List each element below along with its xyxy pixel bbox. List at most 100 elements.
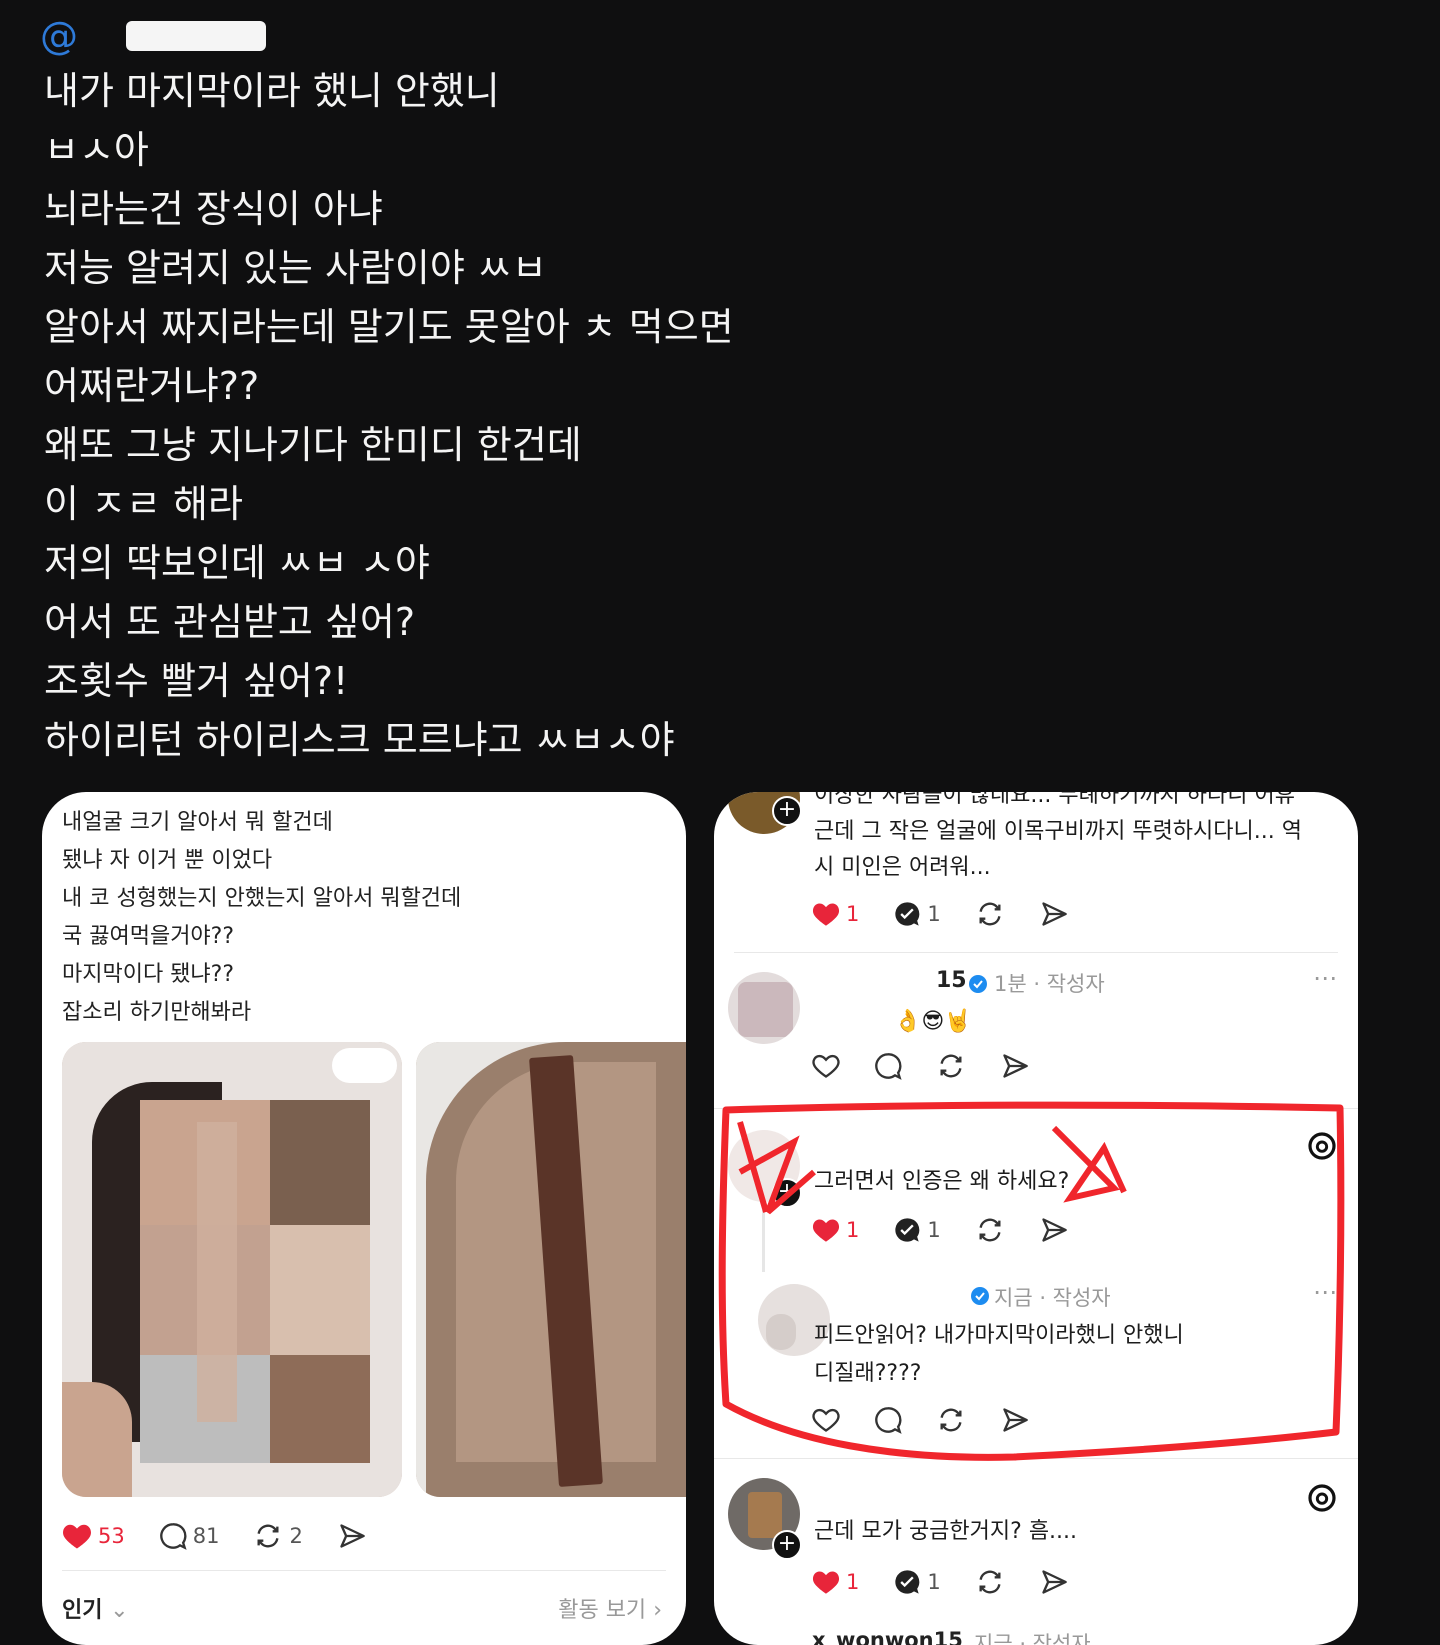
repost-count: 2 bbox=[289, 1524, 303, 1548]
send-icon bbox=[1042, 1570, 1067, 1594]
send-icon bbox=[1003, 1054, 1028, 1078]
comment-text: 그러면서 인증은 왜 하세요? bbox=[814, 1169, 1070, 1194]
reply-button[interactable] bbox=[874, 1052, 902, 1080]
handle-at-sign: @ bbox=[40, 14, 78, 58]
like-button[interactable]: 53 bbox=[62, 1522, 125, 1550]
comment-text-line: 피드안읽어? 내가마지막이라했니 안했니 bbox=[814, 1323, 1184, 1348]
comment-text-line: 시 미인은 어려워... bbox=[814, 855, 991, 880]
like-count: 1 bbox=[846, 1218, 860, 1242]
repost-button[interactable] bbox=[936, 1406, 966, 1434]
repost-button[interactable]: 2 bbox=[253, 1522, 303, 1550]
post-line: 어서 또 관심받고 싶어? bbox=[44, 600, 416, 644]
arm-with-ruler-photo[interactable] bbox=[416, 1042, 686, 1497]
threads-logo-icon bbox=[1308, 1132, 1336, 1160]
like-button[interactable]: 1 bbox=[812, 1217, 859, 1243]
post-body: 내가 마지막이라 했니 안했니 ㅂㅅ아 뇌라는건 장식이 아냐 저능 알려지 있… bbox=[44, 62, 1044, 770]
follow-plus-icon[interactable]: + bbox=[772, 1530, 802, 1560]
post-line: ㅂㅅ아 bbox=[44, 128, 149, 172]
screenshot-text-line: 잡소리 하기만해봐라 bbox=[62, 1000, 252, 1025]
follow-plus-icon[interactable]: + bbox=[772, 1178, 802, 1208]
like-count: 1 bbox=[846, 902, 860, 926]
like-button[interactable] bbox=[812, 1053, 840, 1079]
share-button[interactable] bbox=[1039, 1568, 1069, 1596]
heart-filled-icon bbox=[812, 903, 840, 926]
post-line: 어쩌란거냐?? bbox=[44, 364, 260, 408]
share-button[interactable] bbox=[1000, 1052, 1030, 1080]
post-line: 저의 딱보인데 ㅆㅂ ㅅ야 bbox=[44, 541, 430, 585]
comment-emoji: 👌😎🤘 bbox=[894, 1009, 972, 1034]
sort-dropdown[interactable]: 인기 ⌄ bbox=[62, 1592, 129, 1624]
repost-button[interactable] bbox=[936, 1052, 966, 1080]
post-line: 하이리턴 하이리스크 모르냐고 ㅆㅂㅅ야 bbox=[44, 718, 675, 762]
reply-button[interactable]: 1 bbox=[893, 1216, 941, 1244]
share-button[interactable] bbox=[1039, 1216, 1069, 1244]
comment-text-line: 근데 그 작은 얼굴에 이목구비까지 뚜렷하시다니... 역 bbox=[814, 819, 1302, 844]
view-activity-link[interactable]: 활동 보기 › bbox=[558, 1592, 662, 1624]
screenshot-text-line: 내얼굴 크기 알아서 뭐 할건데 bbox=[62, 810, 333, 835]
reply-check-bubble-icon bbox=[895, 1218, 920, 1242]
like-button[interactable] bbox=[812, 1407, 840, 1433]
reply-button[interactable]: 1 bbox=[893, 1568, 941, 1596]
post-author-handle[interactable]: @ bbox=[40, 14, 266, 58]
comment-action-bar: 1 1 bbox=[812, 1568, 1103, 1596]
sort-label: 인기 bbox=[62, 1598, 103, 1623]
repost-icon bbox=[940, 1054, 962, 1078]
post-line: 이 ㅈㄹ 해라 bbox=[44, 482, 243, 526]
share-button[interactable] bbox=[1000, 1406, 1030, 1434]
repost-button[interactable] bbox=[975, 1216, 1005, 1244]
send-icon bbox=[340, 1524, 365, 1548]
like-count: 1 bbox=[846, 1570, 860, 1594]
next-comment-timestamp: 지금 · 작성자 bbox=[974, 1632, 1091, 1645]
like-button[interactable]: 1 bbox=[812, 901, 859, 927]
comment-timestamp: 지금 · 작성자 bbox=[994, 1286, 1111, 1310]
share-button[interactable] bbox=[337, 1522, 367, 1550]
redacted-username bbox=[126, 21, 266, 51]
heart-filled-icon bbox=[63, 1524, 91, 1549]
post-line: 내가 마지막이라 했니 안했니 bbox=[44, 69, 500, 113]
reply-button[interactable]: 1 bbox=[893, 900, 941, 928]
screenshot-post-text: 내얼굴 크기 알아서 뭐 할건데 됐냐 자 이거 뿐 이었다 내 코 성형했는지… bbox=[62, 804, 461, 1032]
heart-outline-icon bbox=[812, 1054, 840, 1078]
comment-timestamp: 1분 · 작성자 bbox=[994, 972, 1105, 996]
reply-check-bubble-icon bbox=[895, 902, 920, 926]
more-options-icon[interactable]: ⋯ bbox=[1313, 964, 1338, 992]
divider bbox=[714, 1108, 1358, 1109]
like-button[interactable]: 1 bbox=[812, 1569, 859, 1595]
comment-bubble-icon bbox=[159, 1523, 187, 1550]
post-line: 알아서 짜지라는데 말기도 못알아 ㅊ 먹으면 bbox=[44, 305, 734, 349]
follow-plus-icon[interactable]: + bbox=[772, 796, 802, 826]
attached-screenshot-right[interactable]: + 이상한 사람들이 많네요... 무례하기까지 하다니 어휴 근데 그 작은 … bbox=[714, 792, 1358, 1645]
screenshot-text-line: 마지막이다 됐냐?? bbox=[62, 962, 235, 987]
reply-count: 1 bbox=[927, 902, 941, 926]
more-options-icon[interactable]: ⋯ bbox=[1313, 1278, 1338, 1306]
like-count: 53 bbox=[98, 1524, 125, 1548]
repost-icon bbox=[257, 1524, 279, 1548]
screenshot-text-line: 됐냐 자 이거 뿐 이었다 bbox=[62, 848, 273, 873]
repost-button[interactable] bbox=[975, 900, 1005, 928]
screenshot-text-line: 내 코 성형했는지 안했는지 알아서 뭐할건데 bbox=[62, 886, 462, 911]
comment-button[interactable]: 81 bbox=[159, 1522, 219, 1550]
comment-action-bar: 1 1 bbox=[812, 1216, 1103, 1244]
post-line: 저능 알려지 있는 사람이야 ㅆㅂ bbox=[44, 246, 547, 290]
thread-connector-line bbox=[762, 1210, 765, 1272]
reply-button[interactable] bbox=[874, 1406, 902, 1434]
send-icon bbox=[1042, 1218, 1067, 1242]
commenter-name[interactable]: 15 bbox=[936, 968, 967, 993]
divider bbox=[714, 1458, 1358, 1459]
comment-action-bar: 1 1 bbox=[812, 900, 1103, 928]
heart-filled-icon bbox=[812, 1219, 840, 1242]
avatar[interactable] bbox=[728, 972, 800, 1044]
comment-bubble-icon bbox=[875, 1053, 902, 1080]
share-button[interactable] bbox=[1039, 900, 1069, 928]
censored-face-photo[interactable] bbox=[62, 1042, 402, 1497]
comment-text-line: 디질래???? bbox=[814, 1361, 922, 1386]
comment-bubble-icon bbox=[875, 1407, 902, 1434]
comment-action-bar bbox=[812, 1406, 1064, 1434]
divider bbox=[734, 952, 1338, 953]
attached-screenshot-left[interactable]: 내얼굴 크기 알아서 뭐 할건데 됐냐 자 이거 뿐 이었다 내 코 성형했는지… bbox=[42, 792, 686, 1645]
next-commenter-name[interactable]: x_wonwon15 bbox=[812, 1628, 963, 1645]
reply-count: 1 bbox=[927, 1218, 941, 1242]
repost-icon bbox=[940, 1408, 962, 1432]
divider bbox=[62, 1570, 666, 1571]
repost-button[interactable] bbox=[975, 1568, 1005, 1596]
